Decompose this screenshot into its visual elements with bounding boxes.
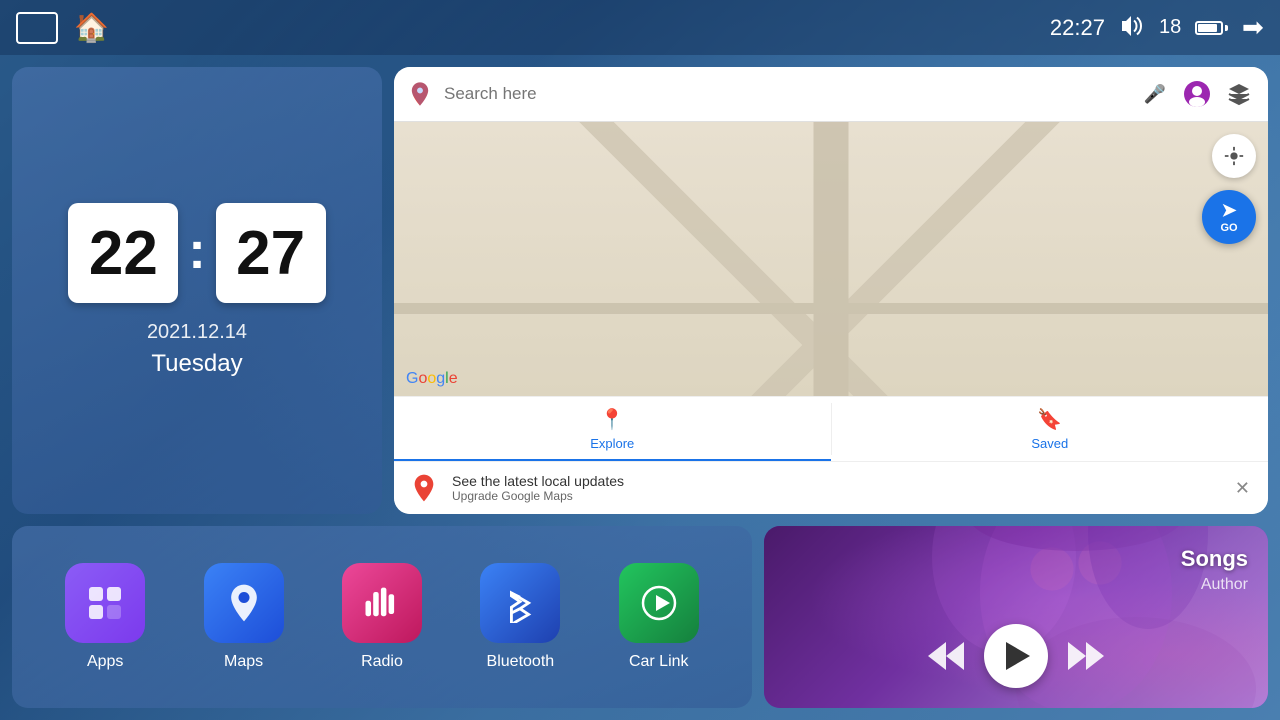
carlink-label: Car Link [629, 653, 689, 671]
shortcuts-widget: Apps Maps [12, 526, 752, 708]
status-right: 22:27 18 ⬅ [1050, 12, 1264, 43]
app-item-apps[interactable]: Apps [65, 563, 145, 671]
maps-search-bar: 🎤 [394, 67, 1268, 122]
maps-tabs: 📍 Explore 🔖 Saved [394, 396, 1268, 461]
battery-icon [1195, 21, 1228, 35]
music-title: Songs [1181, 546, 1248, 572]
map-area[interactable]: ➤ GO Google [394, 122, 1268, 396]
go-label: GO [1220, 222, 1237, 234]
status-left: 🏠 [16, 11, 109, 44]
maps-tab-explore[interactable]: 📍 Explore [394, 397, 831, 461]
app-item-carlink[interactable]: Car Link [619, 563, 699, 671]
banner-close-button[interactable]: ✕ [1231, 474, 1254, 503]
maps-widget: 🎤 [394, 67, 1268, 514]
map-location-button[interactable] [1212, 134, 1256, 178]
volume-level: 18 [1159, 16, 1181, 39]
bluetooth-label: Bluetooth [487, 653, 555, 671]
status-time: 22:27 [1050, 15, 1105, 41]
maps-pin-icon [406, 80, 434, 108]
music-play-button[interactable] [984, 624, 1048, 688]
saved-icon: 🔖 [1037, 407, 1062, 432]
google-logo: Google [406, 370, 458, 388]
clock-widget: 22 : 27 2021.12.14 Tuesday [12, 67, 382, 514]
music-info: Songs Author [1181, 546, 1248, 594]
clock-minutes: 27 [216, 203, 326, 303]
maps-account-button[interactable] [1180, 77, 1214, 111]
maps-search-input[interactable] [444, 84, 1128, 104]
window-icon[interactable] [16, 12, 58, 44]
maps-search-actions: 🎤 [1138, 77, 1256, 111]
clock-date: 2021.12.14 [147, 321, 247, 344]
music-prev-button[interactable] [928, 642, 964, 670]
bluetooth-icon [480, 563, 560, 643]
music-controls [764, 624, 1268, 688]
clock-day: Tuesday [151, 350, 242, 378]
back-button[interactable]: ⬅ [1242, 12, 1264, 43]
app-item-radio[interactable]: Radio [342, 563, 422, 671]
maps-mic-button[interactable]: 🎤 [1138, 77, 1172, 111]
music-next-button[interactable] [1068, 642, 1104, 670]
radio-label: Radio [361, 653, 403, 671]
music-author: Author [1181, 576, 1248, 594]
clock-hours: 22 [68, 203, 178, 303]
radio-icon [342, 563, 422, 643]
map-go-button[interactable]: ➤ GO [1202, 190, 1256, 244]
status-bar: 🏠 22:27 18 ⬅ [0, 0, 1280, 55]
top-row: 22 : 27 2021.12.14 Tuesday 🎤 [0, 55, 1280, 520]
music-widget: Songs Author [764, 526, 1268, 708]
apps-label: Apps [87, 653, 123, 671]
app-item-maps[interactable]: Maps [204, 563, 284, 671]
clock-colon: : [188, 225, 205, 277]
apps-icon [65, 563, 145, 643]
maps-tab-saved[interactable]: 🔖 Saved [832, 397, 1269, 461]
banner-text: See the latest local updates Upgrade Goo… [452, 473, 1219, 503]
banner-subtitle: Upgrade Google Maps [452, 489, 1219, 503]
home-icon[interactable]: 🏠 [74, 11, 109, 44]
saved-label: Saved [1031, 436, 1068, 451]
explore-label: Explore [590, 436, 634, 451]
explore-icon: 📍 [600, 407, 625, 432]
maps-app-icon [204, 563, 284, 643]
banner-title: See the latest local updates [452, 473, 1219, 489]
maps-app-label: Maps [224, 653, 263, 671]
bottom-row: Apps Maps [0, 520, 1280, 720]
local-updates-banner: See the latest local updates Upgrade Goo… [394, 461, 1268, 514]
main-content: 22 : 27 2021.12.14 Tuesday 🎤 [0, 55, 1280, 720]
clock-digits: 22 : 27 [68, 203, 325, 303]
maps-layers-button[interactable] [1222, 77, 1256, 111]
banner-maps-icon [408, 472, 440, 504]
volume-icon[interactable] [1119, 14, 1145, 42]
carlink-icon [619, 563, 699, 643]
app-item-bluetooth[interactable]: Bluetooth [480, 563, 560, 671]
